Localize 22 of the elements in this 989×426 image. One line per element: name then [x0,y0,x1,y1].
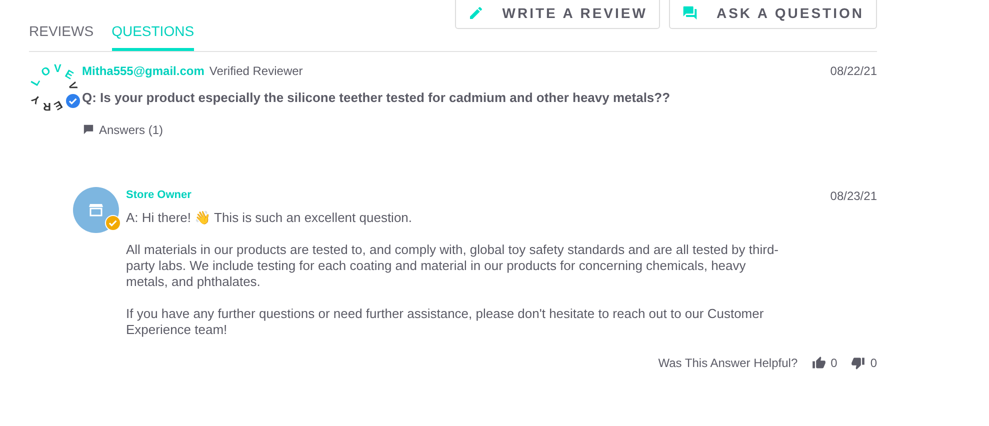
action-button[interactable]: ASK A QUESTION [669,0,877,29]
thumbs-up-icon[interactable] [812,356,826,370]
brand-logo: LOVEVERY [29,62,77,110]
store-icon [88,202,104,218]
answer-paragraph: If you have any further questions or need further assistance, please don't hesitate to reach out to our Customer Experience team! [126,306,765,338]
tab[interactable]: REVIEWS [29,21,94,51]
question-text: Q: Is your product especially the silicone teether tested for cadmium and other heavy metals?? [82,89,672,107]
comment-icon [83,124,94,135]
chat-icon [682,5,698,21]
action-button[interactable]: WRITE A REVIEW [455,0,660,29]
question-date: 08/22/21 [830,63,877,80]
store-owner-name: Store Owner [126,188,192,204]
answers-link[interactable]: Answers (1) [99,120,164,138]
downvote-count: 0 [870,354,877,372]
answer-paragraph: All materials in our products are tested to, and comply with, global toy safety standards and are all tested by third-party labs. We include testing for each coating and material in our products for concerning chemicals, heavy metals, and phthalates. [126,242,780,290]
answer-date: 08/23/21 [830,188,877,204]
thumbs-down-icon[interactable] [851,356,866,370]
helpful-label: Was This Answer Helpful? [658,354,798,372]
answer-paragraph: A: Hi there! 👋 This is such an excellent question. [126,210,414,226]
pencil-icon [468,5,484,21]
reviewer-role: Verified Reviewer [209,63,303,80]
upvote-count: 0 [830,354,838,372]
